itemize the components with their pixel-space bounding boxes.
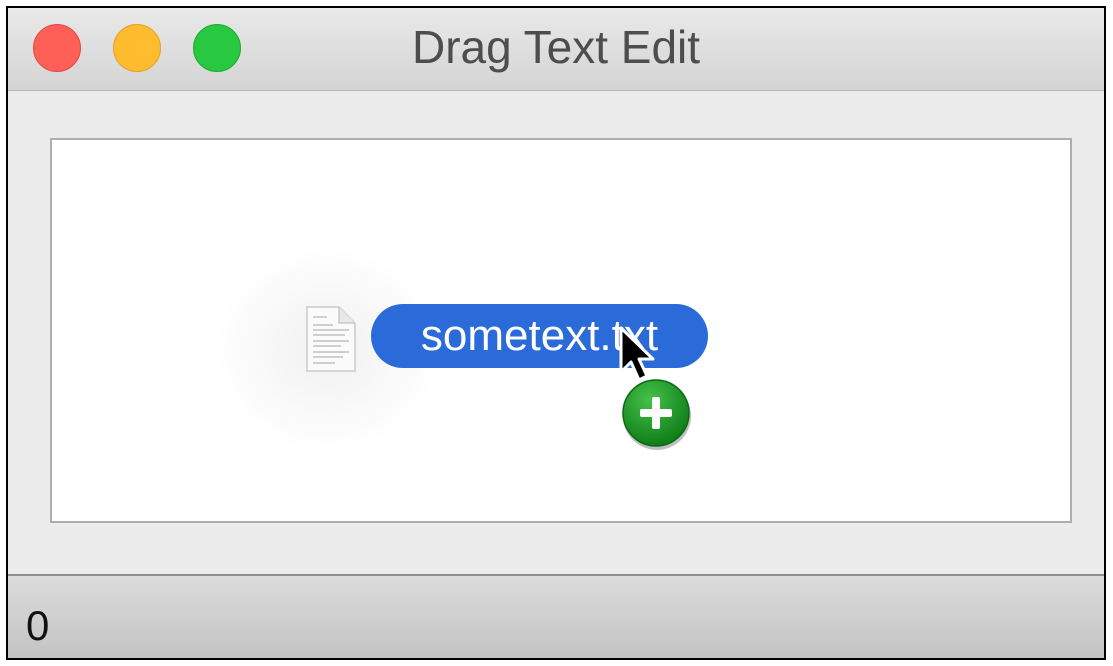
arrow-cursor-icon xyxy=(619,326,655,382)
status-count: 0 xyxy=(26,602,50,649)
text-edit-field[interactable]: sometext.txt xyxy=(50,138,1072,523)
window-title: Drag Text Edit xyxy=(411,21,701,73)
app-window: Drag Text Edit sometext.txt 0 xyxy=(6,6,1106,660)
plus-icon xyxy=(622,379,691,450)
document-icon xyxy=(306,306,356,372)
window-content: sometext.txt xyxy=(8,91,1104,575)
title-bar[interactable]: Drag Text Edit xyxy=(8,8,1104,91)
status-bar: 0 xyxy=(8,574,1104,658)
